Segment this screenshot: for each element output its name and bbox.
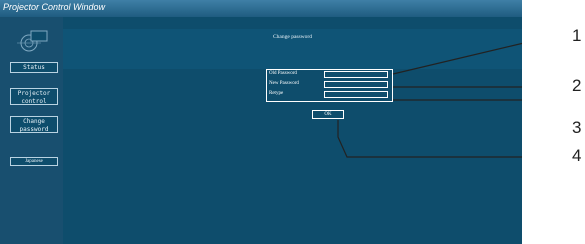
change-password-button[interactable]: Change password [10, 116, 58, 133]
callout-number-2: 2 [572, 76, 582, 95]
retype-password-field[interactable] [324, 91, 388, 98]
sidebar: Status Projector control Change password… [0, 17, 63, 244]
projector-logo-icon [17, 30, 48, 52]
title-bar: Projector Control Window [0, 0, 522, 17]
page-title: Change password [273, 34, 312, 40]
callout-number-3: 3 [572, 118, 582, 137]
new-password-label: New Password [269, 81, 299, 86]
projector-control-window: Projector Control Window Status Projecto… [0, 0, 522, 244]
projector-control-button[interactable]: Projector control [10, 88, 58, 105]
window-title: Projector Control Window [3, 2, 105, 12]
callout-number-1: 1 [572, 26, 582, 45]
new-password-field[interactable] [324, 81, 388, 88]
projector-control-label-2: control [21, 98, 47, 105]
old-password-field[interactable] [324, 71, 388, 78]
old-password-label: Old Password [269, 71, 297, 76]
projector-control-label-1: Projector [17, 90, 51, 97]
ok-button-label: OK [324, 112, 332, 117]
retype-password-label: Retype [269, 91, 284, 96]
old-password-row: Old Password [267, 70, 392, 80]
change-password-label-1: Change [23, 118, 45, 125]
ok-button[interactable]: OK [312, 110, 344, 119]
status-button[interactable]: Status [10, 62, 58, 73]
status-button-label: Status [23, 64, 45, 71]
change-password-label-2: password [19, 126, 49, 133]
callout-panel: 1 2 3 4 [522, 0, 585, 244]
japanese-button[interactable]: Japanese [10, 157, 58, 166]
callout-number-4: 4 [572, 146, 582, 165]
japanese-button-label: Japanese [25, 159, 43, 164]
password-form: Old Password New Password Retype [266, 69, 393, 102]
retype-password-row: Retype [267, 90, 392, 100]
main-panel: Change password Old Password New Passwor… [63, 17, 522, 244]
new-password-row: New Password [267, 80, 392, 90]
